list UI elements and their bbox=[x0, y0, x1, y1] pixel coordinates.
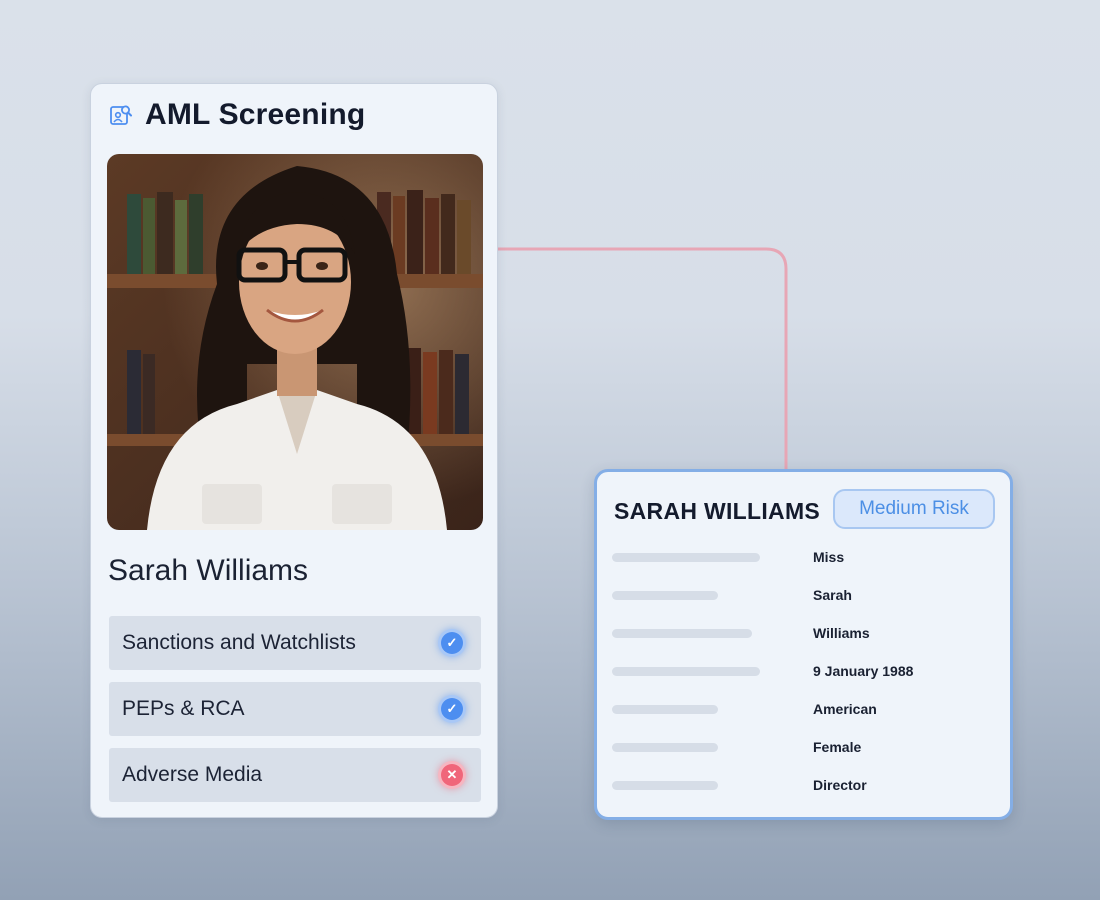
field-row-title: Miss bbox=[612, 543, 1002, 581]
check-label: PEPs & RCA bbox=[122, 697, 245, 720]
field-value: American bbox=[813, 701, 877, 717]
check-row-adverse-media[interactable]: Adverse Media ✕ bbox=[109, 748, 481, 802]
aml-screening-card: AML Screening Sarah Williams Sanctions a… bbox=[90, 83, 498, 818]
check-label: Sanctions and Watchlists bbox=[122, 631, 356, 654]
aml-header: AML Screening bbox=[109, 98, 365, 132]
field-value: Director bbox=[813, 777, 867, 793]
field-label-placeholder bbox=[612, 667, 760, 676]
field-row-last-name: Williams bbox=[612, 619, 1002, 657]
check-icon: ✓ bbox=[441, 698, 463, 720]
detail-name: SARAH WILLIAMS bbox=[614, 498, 821, 524]
field-label-placeholder bbox=[612, 553, 760, 562]
field-value: 9 January 1988 bbox=[813, 663, 914, 679]
field-value: Sarah bbox=[813, 587, 852, 603]
person-detail-card: SARAH WILLIAMS Medium Risk Miss Sarah Wi… bbox=[594, 469, 1013, 820]
field-label-placeholder bbox=[612, 705, 718, 714]
check-row-sanctions[interactable]: Sanctions and Watchlists ✓ bbox=[109, 616, 481, 670]
field-label-placeholder bbox=[612, 591, 718, 600]
check-row-peps[interactable]: PEPs & RCA ✓ bbox=[109, 682, 481, 736]
field-value: Female bbox=[813, 739, 862, 755]
check-icon: ✓ bbox=[441, 632, 463, 654]
profile-photo bbox=[107, 154, 483, 530]
screening-checks: Sanctions and Watchlists ✓ PEPs & RCA ✓ … bbox=[109, 616, 481, 814]
person-name: Sarah Williams bbox=[108, 554, 309, 587]
detail-fields: Miss Sarah Williams 9 January 1988 Ameri… bbox=[612, 543, 1002, 809]
field-value: Miss bbox=[813, 549, 845, 565]
field-value: Williams bbox=[813, 625, 870, 641]
field-row-date-of-birth: 9 January 1988 bbox=[612, 657, 1002, 695]
aml-title: AML Screening bbox=[145, 98, 366, 131]
field-label-placeholder bbox=[612, 629, 752, 638]
field-row-nationality: American bbox=[612, 695, 1002, 733]
field-row-gender: Female bbox=[612, 733, 1002, 771]
field-label-placeholder bbox=[612, 781, 718, 790]
check-label: Adverse Media bbox=[122, 763, 263, 786]
field-row-occupation: Director bbox=[612, 771, 1002, 809]
field-row-first-name: Sarah bbox=[612, 581, 1002, 619]
field-label-placeholder bbox=[612, 743, 718, 752]
risk-badge: Medium Risk bbox=[833, 489, 995, 529]
x-icon: ✕ bbox=[441, 764, 463, 786]
user-search-icon bbox=[109, 103, 133, 127]
